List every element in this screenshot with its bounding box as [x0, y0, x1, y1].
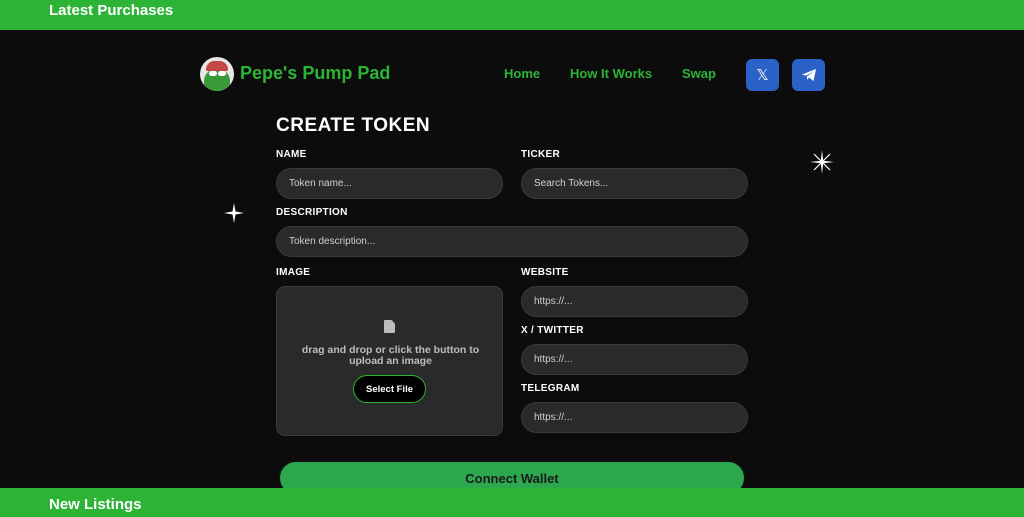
latest-purchases-label: Latest Purchases [49, 2, 174, 19]
x-icon: 𝕏 [756, 66, 769, 84]
ticker-input[interactable] [521, 168, 748, 199]
description-input[interactable] [276, 226, 748, 257]
website-input[interactable] [521, 286, 748, 317]
ticker-label: TICKER [521, 149, 561, 160]
name-input[interactable] [276, 168, 503, 199]
nav-how-it-works[interactable]: How It Works [570, 66, 652, 81]
name-label: NAME [276, 149, 307, 160]
select-file-button[interactable]: Select File [353, 375, 426, 403]
sparkle-icon [224, 203, 244, 223]
twitter-label: X / TWITTER [521, 325, 584, 336]
telegram-label: TELEGRAM [521, 383, 580, 394]
twitter-input[interactable] [521, 344, 748, 375]
drop-hint: drag and drop or click the button to upl… [301, 344, 480, 367]
telegram-input[interactable] [521, 402, 748, 433]
image-drop-zone[interactable]: drag and drop or click the button to upl… [276, 286, 503, 436]
telegram-icon [801, 69, 816, 81]
file-icon [384, 320, 395, 333]
form-title: CREATE TOKEN [276, 115, 431, 136]
nav-home[interactable]: Home [504, 66, 540, 81]
image-label: IMAGE [276, 267, 311, 278]
description-label: DESCRIPTION [276, 207, 348, 218]
pepe-logo[interactable] [200, 57, 234, 91]
x-social-button[interactable]: 𝕏 [746, 59, 779, 91]
nav-swap[interactable]: Swap [682, 66, 716, 81]
new-listings-bar: New Listings [0, 488, 1024, 517]
brand-name[interactable]: Pepe's Pump Pad [240, 63, 390, 84]
sparkle-icon [810, 150, 834, 174]
latest-purchases-bar: Latest Purchases [0, 0, 1024, 30]
website-label: WEBSITE [521, 267, 569, 278]
telegram-social-button[interactable] [792, 59, 825, 91]
new-listings-label: New Listings [49, 496, 142, 513]
